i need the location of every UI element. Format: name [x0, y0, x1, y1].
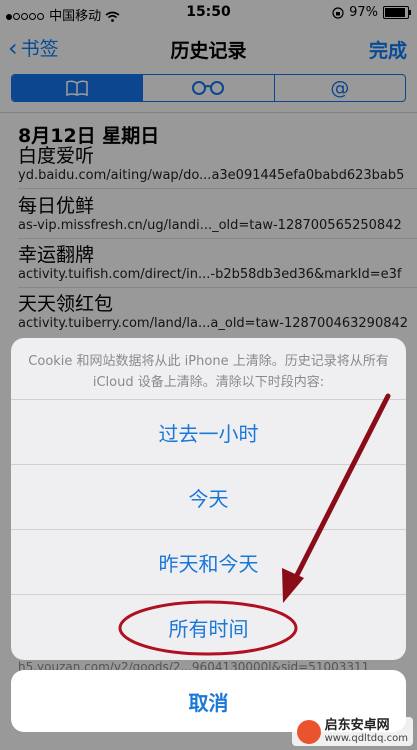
clear-history-action-sheet: Cookie 和网站数据将从此 iPhone 上清除。历史记录将从所有 iClo…: [11, 338, 406, 660]
watermark-title: 启东安卓网: [324, 718, 390, 733]
option-all-time-button[interactable]: 所有时间: [11, 594, 406, 659]
option-today-and-yesterday-button[interactable]: 昨天和今天: [11, 529, 406, 594]
watermark: 启东安卓网 www.qdltdq.com: [291, 717, 413, 746]
watermark-text: 启东安卓网 www.qdltdq.com: [324, 718, 408, 745]
watermark-logo-icon: [296, 719, 321, 744]
option-last-hour-button[interactable]: 过去一小时: [11, 399, 406, 464]
option-today-button[interactable]: 今天: [11, 464, 406, 529]
action-sheet-message: Cookie 和网站数据将从此 iPhone 上清除。历史记录将从所有 iClo…: [28, 354, 389, 390]
watermark-url: www.qdltdq.com: [324, 733, 408, 744]
